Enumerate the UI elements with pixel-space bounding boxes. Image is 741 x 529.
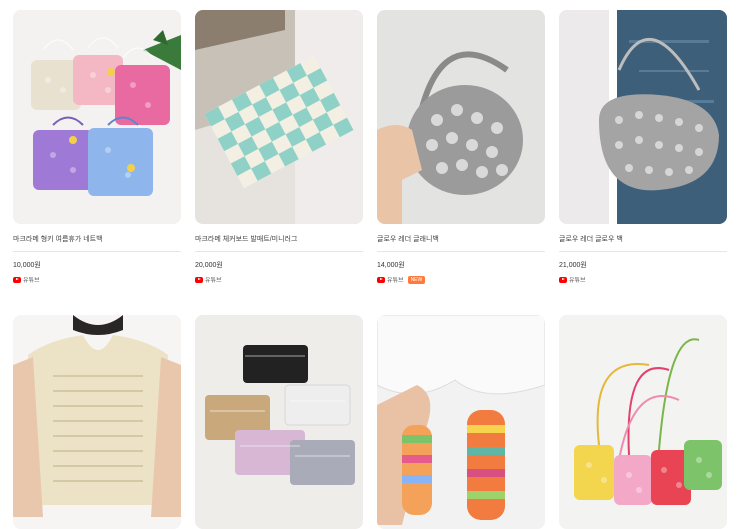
product-card[interactable]: 글로우 레더 글래니백 14,000원 유튜브 NEW <box>377 10 545 284</box>
product-card[interactable]: 마크라메 체커보드 발매트/미니러그 20,000원 유튜브 <box>195 10 363 284</box>
divider <box>195 251 363 252</box>
divider <box>377 251 545 252</box>
product-card[interactable] <box>559 315 727 529</box>
youtube-badge: 유튜브 <box>377 275 404 284</box>
product-card[interactable] <box>13 315 181 529</box>
youtube-icon <box>559 276 567 283</box>
product-image-pastel-net-bags[interactable] <box>13 10 181 224</box>
product-title[interactable]: 마크라메 체커보드 발매트/미니러그 <box>195 234 363 244</box>
product-price: 21,000원 <box>559 262 587 269</box>
product-price: 10,000원 <box>13 262 41 269</box>
product-card[interactable]: 마크라메 형키 여름휴가 네트백 10,000원 유튜브 <box>13 10 181 284</box>
product-image-silver-shoulder-bag[interactable] <box>559 10 727 224</box>
youtube-badge: 유튜브 <box>13 275 40 284</box>
product-price: 20,000원 <box>195 262 223 269</box>
youtube-icon <box>195 276 203 283</box>
youtube-icon <box>377 276 385 283</box>
product-card[interactable]: 글로우 레더 글로우 백 21,000원 유튜브 <box>559 10 727 284</box>
product-card[interactable] <box>195 315 363 529</box>
product-image-ruffle-pouches[interactable] <box>195 315 363 529</box>
product-price: 14,000원 <box>377 262 405 269</box>
divider <box>13 251 181 252</box>
youtube-badge: 유튜브 <box>559 275 586 284</box>
product-image-colorful-mini-bags[interactable] <box>559 315 727 529</box>
product-card[interactable] <box>377 315 545 529</box>
youtube-badge: 유튜브 <box>195 275 222 284</box>
product-image-checkerboard-rug[interactable] <box>195 10 363 224</box>
product-title[interactable]: 마크라메 형키 여름휴가 네트백 <box>13 234 181 244</box>
new-badge: NEW <box>407 275 426 284</box>
product-title[interactable]: 글로우 레더 글래니백 <box>377 234 545 244</box>
divider <box>559 251 727 252</box>
product-title[interactable]: 글로우 레더 글로우 백 <box>559 234 727 244</box>
product-image-cream-knit-vest[interactable] <box>13 315 181 529</box>
product-image-silver-net-bag[interactable] <box>377 10 545 224</box>
youtube-icon <box>13 276 21 283</box>
product-image-striped-socks[interactable] <box>377 315 545 529</box>
